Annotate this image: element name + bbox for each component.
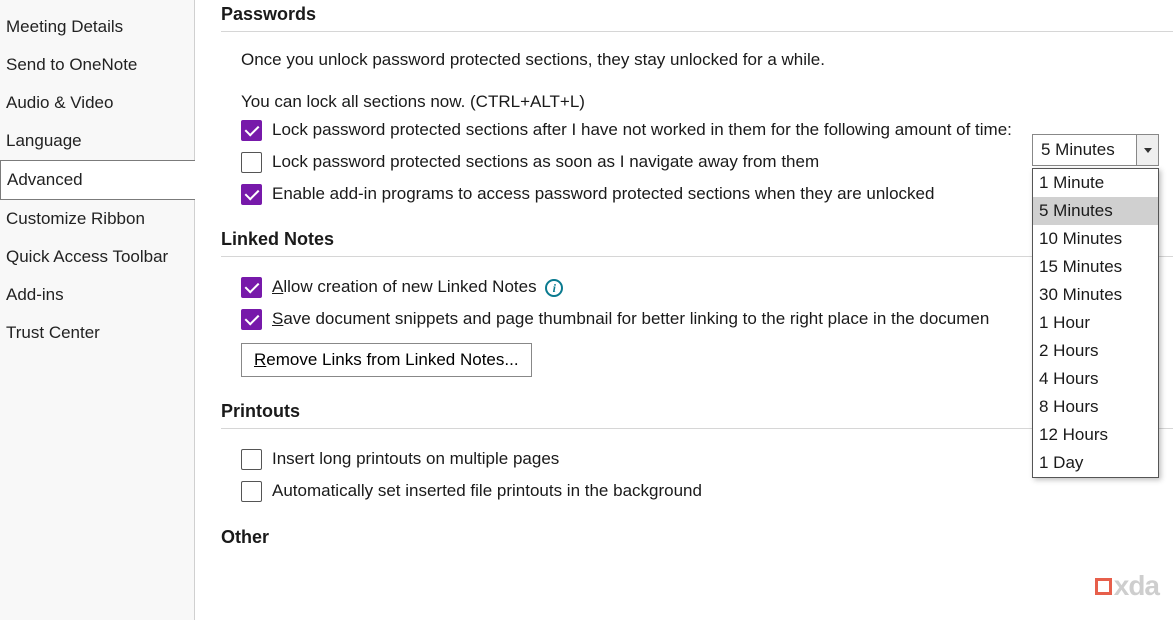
insert-long-printouts-checkbox[interactable]	[241, 449, 262, 470]
dropdown-option[interactable]: 30 Minutes	[1033, 281, 1158, 309]
lock-navigate-checkbox[interactable]	[241, 152, 262, 173]
linked-notes-section: Linked Notes Allow creation of new Linke…	[221, 229, 1173, 377]
lock-timeout-value: 5 Minutes	[1033, 140, 1136, 160]
divider	[221, 31, 1173, 32]
sidebar-item-audio-video[interactable]: Audio & Video	[0, 84, 194, 122]
passwords-section: Passwords Once you unlock password prote…	[221, 4, 1173, 205]
linked-notes-title: Linked Notes	[221, 229, 1173, 250]
lock-timeout-checkbox[interactable]	[241, 120, 262, 141]
remove-links-button[interactable]: Remove Links from Linked Notes...	[241, 343, 532, 377]
dropdown-option[interactable]: 1 Hour	[1033, 309, 1158, 337]
sidebar-item-send-to-onenote[interactable]: Send to OneNote	[0, 46, 194, 84]
divider	[221, 428, 1173, 429]
dropdown-option[interactable]: 1 Day	[1033, 449, 1158, 477]
lock-timeout-label: Lock password protected sections after I…	[272, 118, 1012, 142]
lock-timeout-dropdown: 1 Minute 5 Minutes 10 Minutes 15 Minutes…	[1032, 168, 1159, 478]
xda-watermark: xda	[1095, 570, 1159, 602]
passwords-desc: Once you unlock password protected secti…	[241, 50, 1173, 70]
lock-navigate-label: Lock password protected sections as soon…	[272, 150, 819, 174]
passwords-title: Passwords	[221, 4, 1173, 25]
printouts-title: Printouts	[221, 401, 1173, 422]
watermark-square-icon	[1095, 578, 1112, 595]
options-sidebar: Meeting Details Send to OneNote Audio & …	[0, 0, 195, 620]
printouts-section: Printouts Insert long printouts on multi…	[221, 401, 1173, 503]
chevron-down-icon	[1144, 148, 1152, 153]
sidebar-item-add-ins[interactable]: Add-ins	[0, 276, 194, 314]
auto-background-label: Automatically set inserted file printout…	[272, 479, 702, 503]
sidebar-item-quick-access-toolbar[interactable]: Quick Access Toolbar	[0, 238, 194, 276]
allow-linked-notes-label: Allow creation of new Linked Notes i	[272, 275, 563, 299]
info-icon[interactable]: i	[545, 279, 563, 297]
dropdown-option[interactable]: 12 Hours	[1033, 421, 1158, 449]
lock-timeout-dropdown-button[interactable]	[1136, 135, 1158, 165]
enable-addins-label: Enable add-in programs to access passwor…	[272, 182, 934, 206]
insert-long-printouts-label: Insert long printouts on multiple pages	[272, 447, 559, 471]
passwords-lock-tip: You can lock all sections now. (CTRL+ALT…	[241, 92, 1173, 112]
sidebar-item-advanced[interactable]: Advanced	[0, 160, 195, 200]
dropdown-option[interactable]: 4 Hours	[1033, 365, 1158, 393]
save-snippets-label: Save document snippets and page thumbnai…	[272, 307, 989, 331]
options-content: Passwords Once you unlock password prote…	[195, 0, 1173, 620]
other-title: Other	[221, 527, 1173, 548]
dropdown-option[interactable]: 10 Minutes	[1033, 225, 1158, 253]
dropdown-option[interactable]: 8 Hours	[1033, 393, 1158, 421]
sidebar-item-meeting-details[interactable]: Meeting Details	[0, 8, 194, 46]
dropdown-option[interactable]: 15 Minutes	[1033, 253, 1158, 281]
allow-linked-notes-checkbox[interactable]	[241, 277, 262, 298]
enable-addins-checkbox[interactable]	[241, 184, 262, 205]
dropdown-option[interactable]: 5 Minutes	[1033, 197, 1158, 225]
divider	[221, 256, 1173, 257]
auto-background-checkbox[interactable]	[241, 481, 262, 502]
sidebar-item-trust-center[interactable]: Trust Center	[0, 314, 194, 352]
save-snippets-checkbox[interactable]	[241, 309, 262, 330]
sidebar-item-customize-ribbon[interactable]: Customize Ribbon	[0, 200, 194, 238]
dropdown-option[interactable]: 1 Minute	[1033, 169, 1158, 197]
lock-timeout-select[interactable]: 5 Minutes 1 Minute 5 Minutes 10 Minutes …	[1032, 134, 1159, 166]
dropdown-option[interactable]: 2 Hours	[1033, 337, 1158, 365]
sidebar-item-language[interactable]: Language	[0, 122, 194, 160]
